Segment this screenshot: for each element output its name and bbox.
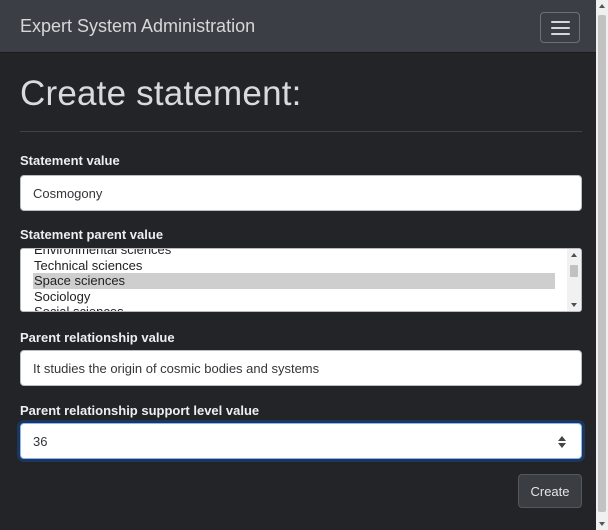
navbar-brand[interactable]: Expert System Administration bbox=[20, 16, 255, 37]
support-level-value-label: Parent relationship support level value bbox=[20, 403, 260, 418]
spinner-down-icon[interactable] bbox=[558, 443, 566, 448]
listbox-options: Environmental sciences Technical science… bbox=[33, 249, 555, 311]
list-option[interactable]: Technical sciences bbox=[33, 258, 555, 274]
number-spinner-icon[interactable] bbox=[557, 435, 567, 449]
statement-parent-value-label: Statement parent value bbox=[20, 227, 164, 242]
hamburger-menu-icon bbox=[551, 21, 570, 35]
list-option[interactable]: Social sciences bbox=[33, 304, 555, 311]
list-option[interactable]: Environmental sciences bbox=[33, 249, 555, 258]
page-scrollbar[interactable] bbox=[596, 0, 608, 530]
listbox-scrollbar[interactable] bbox=[567, 249, 581, 311]
statement-value-input[interactable] bbox=[20, 175, 582, 211]
scroll-thumb[interactable] bbox=[570, 265, 578, 277]
spinner-up-icon[interactable] bbox=[558, 436, 566, 441]
navbar: Expert System Administration bbox=[0, 0, 596, 53]
parent-relationship-value-input[interactable] bbox=[20, 350, 582, 386]
scroll-up-arrow-icon[interactable] bbox=[571, 253, 577, 257]
support-level-value: 36 bbox=[33, 434, 48, 449]
navbar-toggle-button[interactable] bbox=[540, 12, 580, 43]
support-level-number-input[interactable]: 36 bbox=[20, 423, 582, 459]
create-button[interactable]: Create bbox=[518, 474, 582, 508]
page-scroll-thumb[interactable] bbox=[598, 15, 606, 512]
statement-value-label: Statement value bbox=[20, 153, 120, 168]
app-viewport: Expert System Administration Create stat… bbox=[0, 0, 596, 530]
page-title: Create statement: bbox=[20, 74, 302, 113]
parent-relationship-value-label: Parent relationship value bbox=[20, 330, 175, 345]
statement-parent-value-listbox[interactable]: Environmental sciences Technical science… bbox=[20, 248, 582, 312]
page-scroll-up-icon[interactable] bbox=[599, 4, 605, 8]
list-option-selected[interactable]: Space sciences bbox=[33, 273, 555, 289]
page-scroll-down-icon[interactable] bbox=[599, 522, 605, 526]
list-option[interactable]: Sociology bbox=[33, 289, 555, 305]
scroll-down-arrow-icon[interactable] bbox=[571, 303, 577, 307]
title-divider bbox=[20, 131, 582, 132]
